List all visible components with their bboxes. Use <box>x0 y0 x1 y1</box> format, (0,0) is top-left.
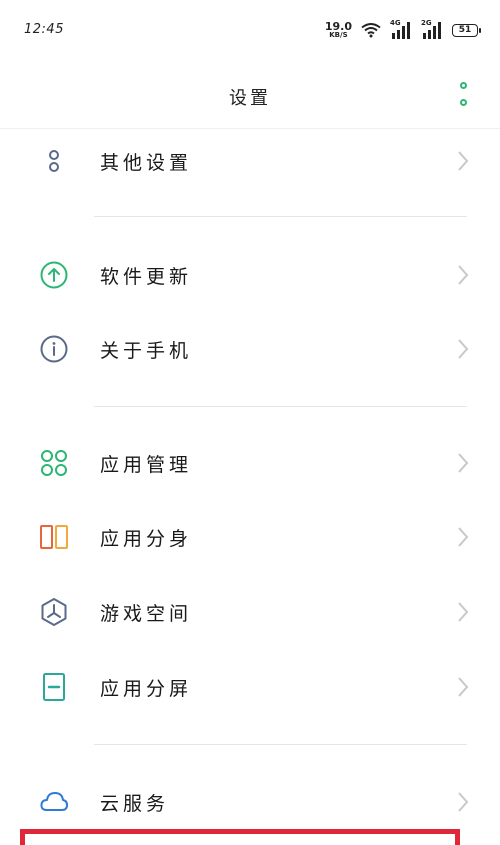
settings-item-label: 其他设置 <box>100 151 193 174</box>
settings-item-label: 游戏空间 <box>100 602 193 625</box>
status-icons: 19.0 KB/S 4G 2G 51 <box>325 19 481 40</box>
title-bar: 设置 <box>0 60 500 128</box>
sim1-signal: 4G <box>390 19 412 39</box>
settings-item-split-screen[interactable]: 应用分屏 <box>0 652 500 722</box>
battery-indicator: 51 <box>452 23 481 37</box>
app-grid-icon <box>38 447 70 479</box>
network-speed-unit: KB/S <box>329 31 348 39</box>
section-divider <box>94 406 467 407</box>
settings-item-label: 软件更新 <box>100 265 193 288</box>
settings-item-label: 关于手机 <box>100 339 193 362</box>
chevron-right-icon <box>458 151 469 171</box>
chevron-right-icon <box>458 792 469 812</box>
info-circle-icon <box>38 333 70 365</box>
chevron-right-icon <box>458 453 469 473</box>
settings-item-game-space[interactable]: 游戏空间 <box>0 577 500 647</box>
sim2-network-tag: 2G <box>421 19 432 27</box>
settings-item-about-phone[interactable]: 关于手机 <box>0 314 500 384</box>
more-dot-icon <box>459 82 467 89</box>
cloud-icon <box>38 786 70 818</box>
network-speed: 19.0 KB/S <box>325 21 352 39</box>
more-options-button[interactable] <box>456 82 470 106</box>
split-screen-icon <box>38 671 70 703</box>
chevron-right-icon <box>458 527 469 547</box>
settings-item-cloud-service[interactable]: 云服务 <box>0 767 500 837</box>
wifi-icon <box>361 23 381 38</box>
status-bar: 12:45 19.0 KB/S 4G 2G 51 <box>0 0 500 60</box>
status-time: 12:45 <box>24 22 64 37</box>
sim1-network-tag: 4G <box>390 19 401 27</box>
section-divider <box>94 216 467 217</box>
settings-item-label: 云服务 <box>100 792 170 815</box>
chevron-right-icon <box>458 265 469 285</box>
game-space-icon <box>38 596 70 628</box>
sim2-signal: 2G <box>421 19 443 39</box>
arrow-up-circle-icon <box>38 259 70 291</box>
highlight-annotation-box <box>20 829 460 845</box>
more-dot-icon <box>459 99 467 106</box>
settings-item-app-clone[interactable]: 应用分身 <box>0 502 500 572</box>
chevron-right-icon <box>458 677 469 697</box>
chevron-right-icon <box>458 339 469 359</box>
settings-item-app-management[interactable]: 应用管理 <box>0 428 500 498</box>
settings-item-label: 应用分身 <box>100 527 193 550</box>
app-clone-icon <box>38 521 70 553</box>
settings-item-software-update[interactable]: 软件更新 <box>0 240 500 310</box>
page-title: 设置 <box>229 88 271 109</box>
section-divider <box>94 744 467 745</box>
settings-item-label: 应用管理 <box>100 453 193 476</box>
settings-item-label: 应用分屏 <box>100 677 193 700</box>
chevron-right-icon <box>458 602 469 622</box>
settings-item-other[interactable]: 其他设置 <box>0 126 500 196</box>
dots-icon <box>38 145 70 177</box>
